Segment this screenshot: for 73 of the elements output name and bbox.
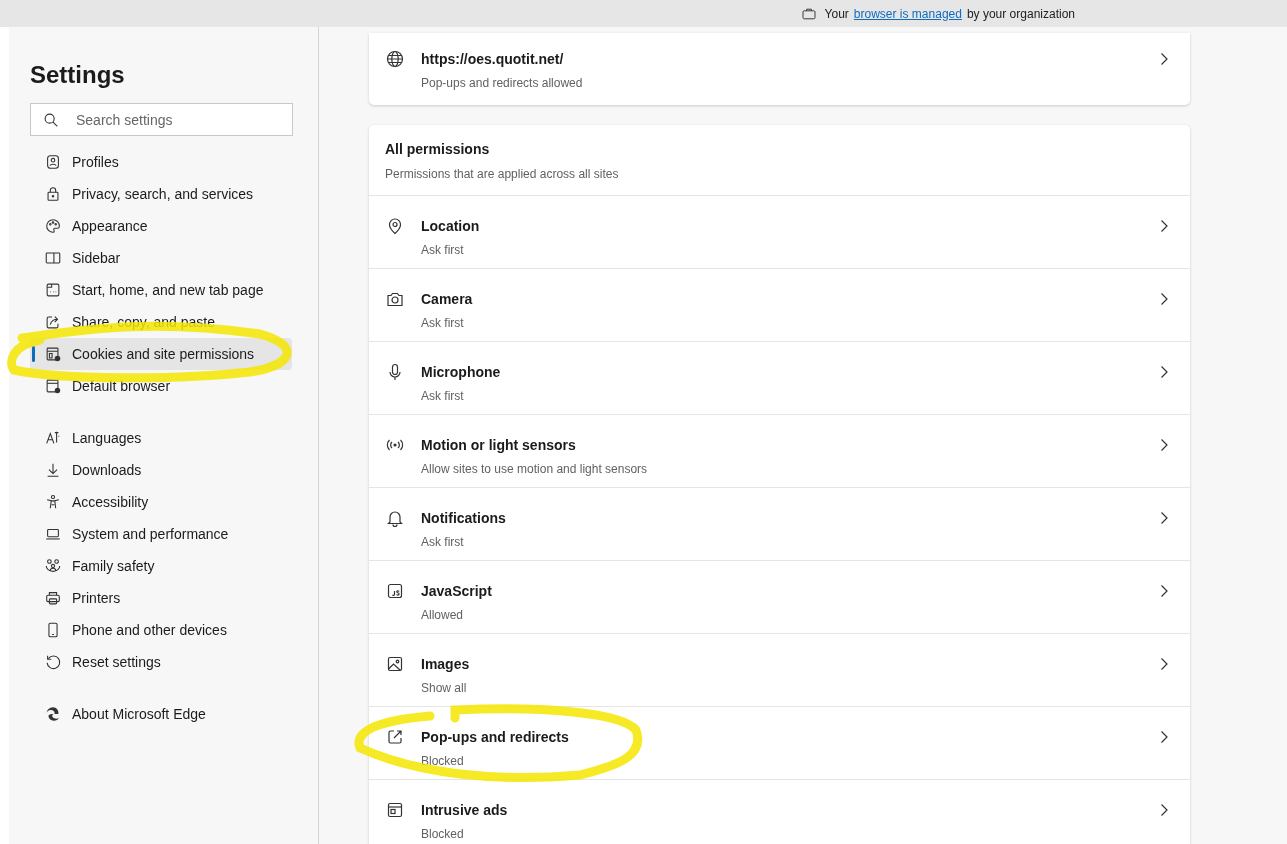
external-window-icon [385, 727, 405, 747]
search-icon [42, 111, 60, 129]
ad-window-icon [385, 800, 405, 820]
default-browser-icon [44, 377, 62, 395]
permission-status: Ask first [421, 316, 465, 330]
permission-row[interactable]: Intrusive ads Blocked [369, 779, 1190, 844]
printer-icon [44, 589, 62, 607]
sidebar-item[interactable]: Sidebar [30, 242, 292, 274]
reset-icon [44, 653, 62, 671]
javascript-file-icon [385, 581, 405, 601]
permission-title: Images [421, 655, 471, 674]
notice-text: by your organization [966, 6, 1075, 21]
permission-row[interactable]: Images Show all [369, 633, 1190, 706]
managed-link[interactable]: browser is managed [853, 6, 962, 21]
sidebar-item[interactable]: System and performance [30, 518, 292, 550]
permission-status: Show all [421, 681, 468, 695]
section-subtitle: Permissions that are applied across all sites [385, 167, 620, 181]
sidebar-item[interactable]: Default browser [30, 370, 292, 402]
site-status: Pop-ups and redirects allowed [421, 76, 584, 90]
sidebar-item[interactable]: Cookies and site permissions [30, 338, 292, 370]
permission-title: Location [421, 217, 481, 236]
languages-icon [44, 429, 62, 447]
sidebar-item[interactable]: Start, home, and new tab page [30, 274, 292, 306]
permission-title: Notifications [421, 509, 507, 528]
sidebar-item[interactable]: Family safety [30, 550, 292, 582]
globe-icon [385, 49, 405, 69]
sidebar-item[interactable]: Accessibility [30, 486, 292, 518]
permission-title: JavaScript [421, 582, 493, 601]
permission-status: Blocked [421, 754, 465, 768]
permission-title: Intrusive ads [421, 801, 509, 820]
palette-icon [44, 217, 62, 235]
lock-icon [44, 185, 62, 203]
permission-row[interactable]: Camera Ask first [369, 268, 1190, 341]
browser-window-icon [44, 281, 62, 299]
sidebar-item[interactable]: Printers [30, 582, 292, 614]
permission-row[interactable]: Microphone Ask first [369, 341, 1190, 414]
sidebar-item[interactable]: Downloads [30, 454, 292, 486]
settings-title: Settings [30, 61, 126, 89]
permission-row[interactable]: JavaScript Allowed [369, 560, 1190, 633]
share-icon [44, 313, 62, 331]
permission-status: Blocked [421, 827, 465, 841]
permission-status: Ask first [421, 389, 465, 403]
sidebar-panel-icon [44, 249, 62, 267]
permission-row[interactable]: Notifications Ask first [369, 487, 1190, 560]
permission-row[interactable]: Location Ask first [369, 195, 1190, 268]
section-title: All permissions [385, 141, 491, 157]
bell-icon [385, 508, 405, 528]
permission-status: Allow sites to use motion and light sensors [421, 462, 649, 476]
notice-text: Your [824, 6, 849, 21]
sidebar-item[interactable]: Appearance [30, 210, 292, 242]
permission-title: Pop-ups and redirects [421, 728, 570, 747]
profile-icon [44, 153, 62, 171]
permission-status: Ask first [421, 535, 465, 549]
accessibility-icon [44, 493, 62, 511]
permission-status: Ask first [421, 243, 465, 257]
site-row[interactable]: https://oes.quotit.net/ Pop-ups and redirects allowed [369, 33, 1190, 105]
image-icon [385, 654, 405, 674]
permission-title: Camera [421, 290, 474, 309]
site-url: https://oes.quotit.net/ [421, 50, 565, 69]
permission-status: Allowed [421, 608, 465, 622]
sidebar-item[interactable]: Reset settings [30, 646, 292, 678]
permission-title: Motion or light sensors [421, 436, 577, 455]
sidebar-item[interactable]: About Microsoft Edge [30, 698, 292, 730]
sidebar-item[interactable]: Privacy, search, and services [30, 178, 292, 210]
site-permissions-icon [44, 345, 62, 363]
family-icon [44, 557, 62, 575]
sidebar-item[interactable]: Phone and other devices [30, 614, 292, 646]
permission-row[interactable]: Pop-ups and redirects Blocked [369, 706, 1190, 779]
permission-row[interactable]: Motion or light sensors Allow sites to use motion and light sensors [369, 414, 1190, 487]
permission-title: Microphone [421, 363, 502, 382]
search-field[interactable]: Search settings [30, 103, 293, 136]
sidebar-item[interactable]: Profiles [30, 146, 292, 178]
sidebar-item[interactable]: Languages [30, 422, 292, 454]
